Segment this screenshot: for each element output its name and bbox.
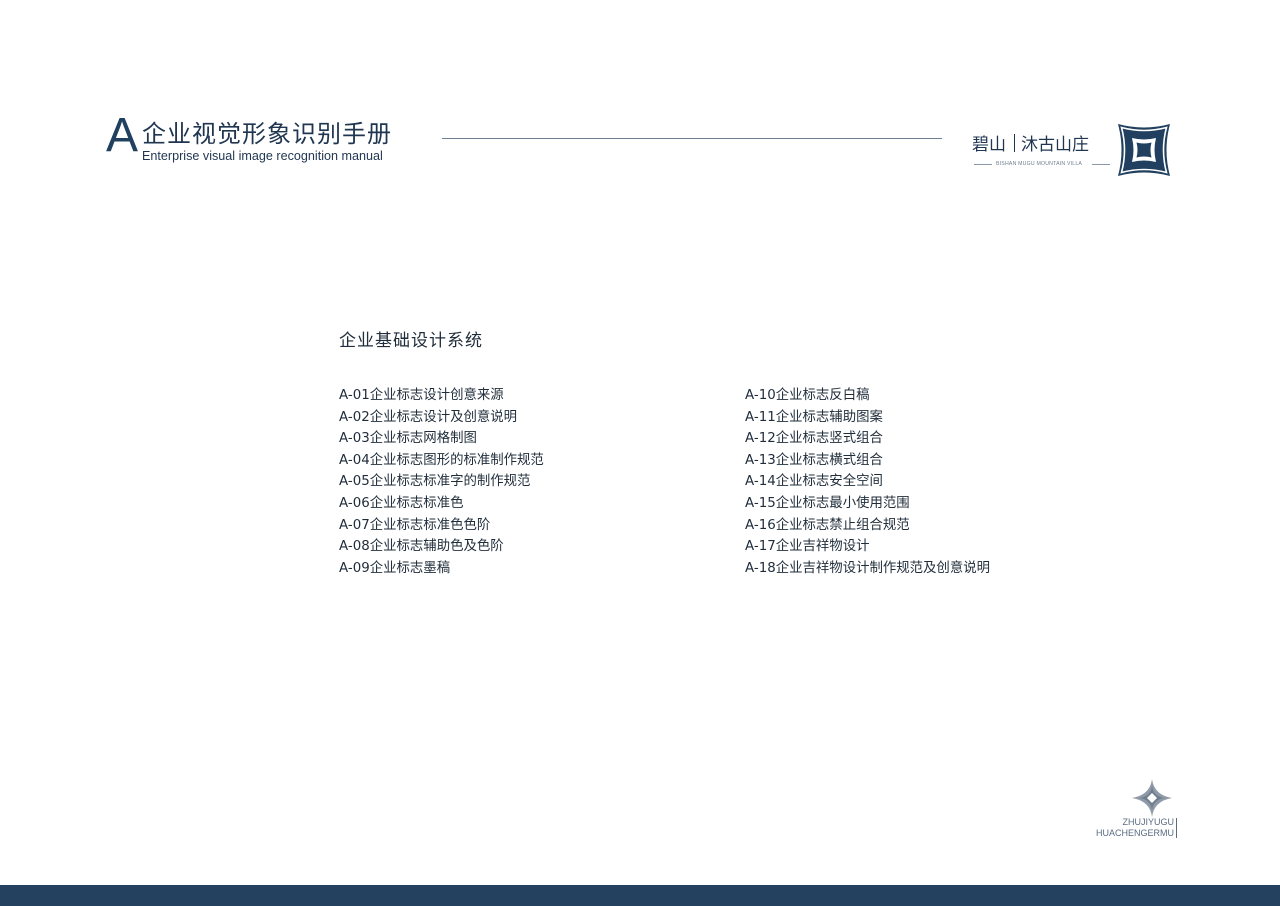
toc-right-column: A-10企业标志反白稿 A-11企业标志辅助图案 A-12企业标志竖式组合 A-… — [745, 385, 990, 579]
header-rule — [442, 138, 942, 139]
brand-sub-line-left — [974, 164, 992, 165]
toc-item: A-03企业标志网格制图 — [339, 431, 477, 447]
header-title-cn: 企业视觉形象识别手册 — [142, 120, 392, 148]
brand-sub-line-right — [1092, 164, 1110, 165]
toc-item: A-02企业标志设计及创意说明 — [339, 409, 518, 425]
toc-item: A-13企业标志横式组合 — [745, 452, 883, 468]
designer-credit: ZHUJIYUGU HUACHENGERMU — [1082, 817, 1174, 839]
toc-item: A-08企业标志辅助色及色阶 — [339, 539, 504, 555]
brand-name: 碧山 沐古山庄 — [972, 132, 1089, 158]
designer-line-2: HUACHENGERMU — [1095, 828, 1174, 838]
toc-left-column: A-01企业标志设计创意来源 A-02企业标志设计及创意说明 A-03企业标志网… — [339, 385, 544, 579]
brand-block: 碧山 沐古山庄 BISHAN MUGU MOUNTAIN VILLA — [972, 132, 1112, 172]
section-title: 企业基础设计系统 — [339, 331, 483, 351]
toc-item: A-12企业标志竖式组合 — [745, 431, 883, 447]
toc-item: A-01企业标志设计创意来源 — [339, 388, 504, 403]
toc-item: A-17企业吉祥物设计 — [745, 539, 870, 555]
toc-item: A-18企业吉祥物设计制作规范及创意说明 — [745, 560, 990, 576]
toc-item: A-11企业标志辅助图案 — [745, 409, 883, 425]
header-title-en: Enterprise visual image recognition manu… — [142, 149, 383, 163]
toc-item: A-16企业标志禁止组合规范 — [745, 517, 910, 533]
four-point-star-icon — [1131, 778, 1173, 818]
designer-line-1: ZHUJIYUGU — [1122, 817, 1175, 827]
brand-subtitle: BISHAN MUGU MOUNTAIN VILLA — [996, 161, 1083, 167]
square-emblem-icon — [1116, 122, 1172, 178]
toc-item: A-06企业标志标准色 — [339, 495, 464, 511]
footer-band — [0, 885, 1280, 906]
brand-name-a: 碧山 — [972, 135, 1006, 155]
toc-item: A-15企业标志最小使用范围 — [745, 495, 910, 511]
designer-tick — [1176, 818, 1177, 838]
toc-item: A-04企业标志图形的标准制作规范 — [339, 452, 544, 468]
toc-item: A-10企业标志反白稿 — [745, 388, 870, 403]
brand-separator — [1014, 134, 1015, 152]
header-letter: A — [106, 109, 138, 162]
toc-item: A-05企业标志标准字的制作规范 — [339, 474, 531, 490]
toc-item: A-09企业标志墨稿 — [339, 560, 451, 576]
toc-item: A-07企业标志标准色色阶 — [339, 517, 491, 533]
brand-name-b: 沐古山庄 — [1021, 135, 1089, 155]
toc-item: A-14企业标志安全空间 — [745, 474, 883, 490]
